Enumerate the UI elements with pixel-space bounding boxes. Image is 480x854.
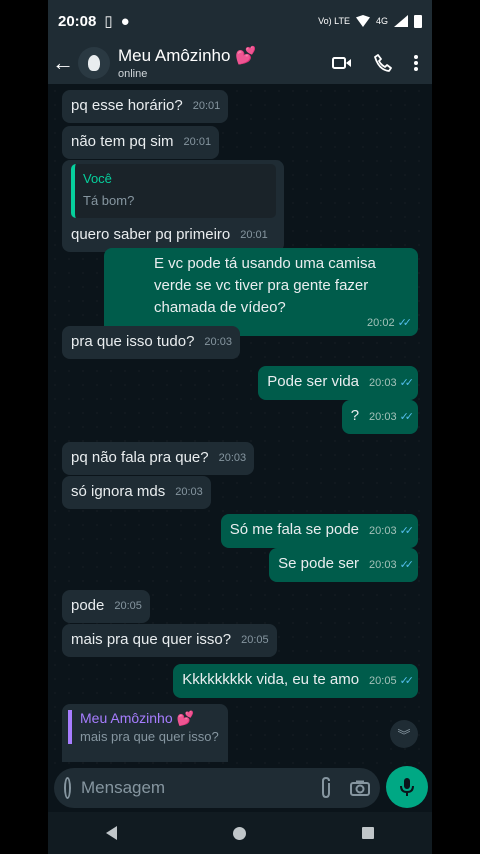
sim-icon: ▯ [104, 13, 113, 30]
message-text: quero saber pq primeiro [71, 226, 231, 243]
message-text: só ignora mds [71, 483, 166, 500]
message-text: Se pode ser [278, 555, 360, 572]
message-time: 20:05 [241, 634, 269, 646]
emoji-icon[interactable] [64, 777, 71, 799]
reply-text: mais pra que quer isso? [80, 729, 219, 744]
contact-status: online [118, 68, 148, 80]
message-text: Só me fala se pode [229, 521, 360, 538]
network-4g-label: 4G [375, 16, 388, 26]
reply-sender: Meu Amôzinho 💕 [80, 710, 194, 726]
chat-header: ← Meu Amôzinho 💕 online [48, 42, 432, 84]
message-incoming[interactable]: não tem pq sim 20:01 [62, 126, 220, 159]
nav-recents-icon[interactable] [362, 827, 374, 839]
message-time: 20:03 [369, 559, 397, 571]
message-time: 20:03 [369, 411, 397, 423]
more-options-icon[interactable] [414, 55, 418, 71]
scroll-down-icon[interactable]: ︾ [390, 720, 418, 748]
message-time: 20:05 [369, 675, 397, 687]
message-outgoing[interactable]: Só me fala se pode 20:03 ✓✓ [220, 514, 418, 548]
message-incoming[interactable]: pq esse horário? 20:01 [62, 90, 229, 123]
volte-label: Vo) LTE [318, 16, 350, 26]
message-text: ? [350, 407, 360, 424]
message-incoming[interactable]: só ignora mds 20:03 [62, 476, 211, 509]
read-ticks-icon: ✓✓ [397, 317, 413, 329]
read-ticks-icon: ✓✓ [399, 559, 415, 571]
video-call-icon[interactable] [332, 56, 352, 70]
attach-icon[interactable] [320, 777, 332, 799]
message-incoming[interactable]: pq não fala pra que? 20:03 [62, 442, 255, 475]
phone-screen: 20:08 ▯ ● Vo) LTE 4G ← Meu Amôzinho 💕 on… [48, 0, 432, 854]
microphone-icon [400, 778, 414, 796]
read-ticks-icon: ✓✓ [399, 411, 415, 423]
message-text: não tem pq sim [71, 133, 174, 150]
battery-icon [414, 14, 422, 28]
quoted-text: Tá bom? [83, 193, 135, 208]
message-text: pq não fala pra que? [71, 449, 209, 466]
message-time: 20:03 [369, 525, 397, 537]
read-ticks-icon: ✓✓ [399, 377, 415, 389]
message-incoming-with-quote[interactable]: Você Tá bom? quero saber pq primeiro 20:0… [62, 160, 284, 252]
message-incoming[interactable]: pode 20:05 [62, 590, 150, 623]
message-input[interactable] [81, 778, 302, 798]
back-arrow-icon[interactable]: ← [48, 50, 78, 76]
message-time: 20:03 [175, 486, 203, 498]
message-text: pq esse horário? [71, 97, 183, 114]
signal-icon [394, 15, 408, 27]
contact-info[interactable]: Meu Amôzinho 💕 online [118, 46, 256, 80]
read-ticks-icon: ✓✓ [399, 525, 415, 537]
message-incoming[interactable]: mais pra que quer isso? 20:05 [62, 624, 277, 657]
message-text: E vc pode tá usando uma camisa verde se … [154, 255, 376, 316]
message-time: 20:02 [367, 317, 395, 329]
message-time: 20:03 [204, 336, 232, 348]
message-outgoing[interactable]: Se pode ser 20:03 ✓✓ [269, 548, 418, 582]
system-nav-bar [48, 812, 432, 854]
reply-preview[interactable]: Meu Amôzinho 💕 mais pra que quer isso? [62, 704, 228, 762]
message-outgoing[interactable]: Kkkkkkkkk vida, eu te amo 20:05 ✓✓ [173, 664, 418, 698]
quoted-message[interactable]: Você Tá bom? [71, 164, 276, 218]
notification-dot-icon: ● [120, 12, 130, 30]
contact-avatar[interactable] [78, 47, 110, 79]
contact-name: Meu Amôzinho 💕 [118, 46, 257, 65]
message-text: mais pra que quer isso? [71, 631, 232, 648]
wifi-icon [355, 15, 370, 27]
message-time: 20:03 [218, 452, 247, 464]
message-text: Pode ser vida [267, 373, 360, 390]
message-text: pode [71, 597, 105, 614]
message-time: 20:05 [114, 600, 142, 612]
voice-call-icon[interactable] [374, 54, 392, 72]
message-outgoing[interactable]: E vc pode tá usando uma camisa verde se … [104, 248, 418, 336]
status-time: 20:08 [58, 12, 97, 30]
input-bar [48, 766, 432, 812]
message-field[interactable] [54, 768, 380, 808]
microphone-button[interactable] [386, 766, 428, 808]
nav-home-icon[interactable] [233, 826, 246, 840]
message-time: 20:01 [240, 229, 268, 241]
status-bar: 20:08 ▯ ● Vo) LTE 4G [48, 0, 432, 42]
nav-back-icon[interactable] [106, 826, 117, 840]
message-outgoing[interactable]: ? 20:03 ✓✓ [341, 400, 418, 434]
message-outgoing[interactable]: Pode ser vida 20:03 ✓✓ [258, 366, 418, 400]
quoted-sender: Você [83, 171, 112, 186]
chat-area[interactable]: pq esse horário? 20:01 não tem pq sim 20:0… [48, 84, 432, 766]
message-text: pra que isso tudo? [71, 333, 195, 350]
message-text: Kkkkkkkkk vida, eu te amo [182, 671, 360, 688]
message-time: 20:01 [183, 136, 212, 148]
camera-icon[interactable] [350, 780, 370, 796]
read-ticks-icon: ✓✓ [399, 675, 415, 687]
message-time: 20:01 [192, 100, 221, 112]
message-time: 20:03 [369, 377, 397, 389]
message-incoming[interactable]: pra que isso tudo? 20:03 [62, 326, 240, 359]
